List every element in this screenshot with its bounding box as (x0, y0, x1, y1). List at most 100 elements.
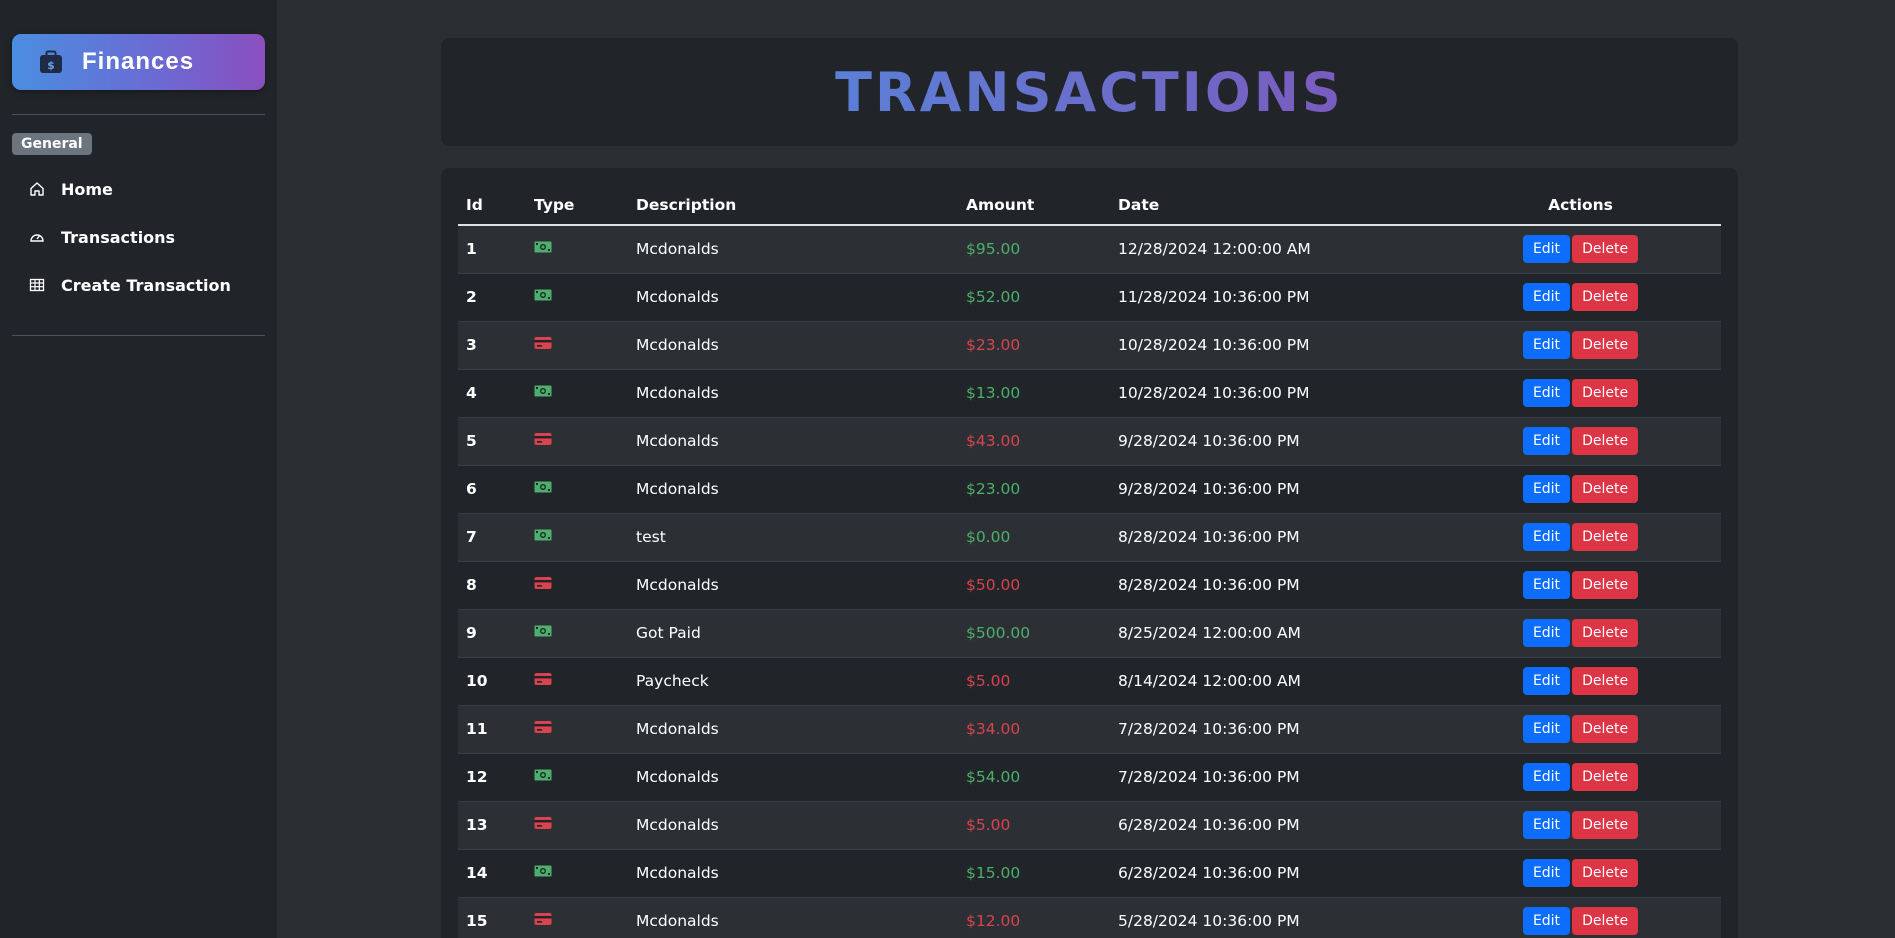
cell-actions: Edit Delete (1440, 273, 1721, 321)
cell-type (526, 465, 628, 513)
edit-button[interactable]: Edit (1522, 715, 1571, 743)
delete-button[interactable]: Delete (1572, 235, 1639, 264)
cell-actions: Edit Delete (1440, 753, 1721, 801)
table-row: 1 Mcdonalds $95.00 12/28/2024 12:00:00 AM Ed… (458, 225, 1721, 273)
delete-button[interactable]: Delete (1572, 571, 1639, 599)
delete-button[interactable]: Delete (1572, 763, 1639, 791)
delete-button[interactable]: Delete (1572, 859, 1639, 887)
cell-id: 2 (466, 288, 477, 306)
credit-card-icon (534, 672, 552, 686)
column-header-amount: Amount (958, 182, 1110, 226)
column-header-type: Type (526, 182, 628, 226)
cell-amount: $23.00 (966, 480, 1021, 498)
cell-id: 1 (466, 240, 477, 259)
table-row: 13 Mcdonalds $5.00 6/28/2024 10:36:00 PM Edi… (458, 801, 1721, 849)
sidebar-nav: Home Transactions Create Transaction (12, 165, 265, 309)
cell-description: Mcdonalds (636, 768, 719, 786)
cash-icon (534, 864, 552, 878)
cell-id: 11 (466, 720, 488, 738)
delete-button[interactable]: Delete (1572, 475, 1639, 503)
cell-amount: $52.00 (966, 288, 1021, 306)
cell-actions: Edit Delete (1440, 705, 1721, 753)
cell-actions: Edit Delete (1440, 657, 1721, 705)
cell-date: 6/28/2024 10:36:00 PM (1118, 816, 1300, 834)
sidebar-item-transactions[interactable]: Transactions (12, 213, 265, 261)
brand-banner[interactable]: $ Finances (12, 34, 265, 90)
cell-id: 4 (466, 384, 477, 402)
cash-icon (534, 528, 552, 542)
cell-description: Mcdonalds (636, 432, 719, 450)
cell-description: Mcdonalds (636, 720, 719, 738)
cell-type (526, 849, 628, 897)
cell-type (526, 273, 628, 321)
cell-date: 9/28/2024 10:36:00 PM (1118, 432, 1300, 450)
credit-card-icon (534, 576, 552, 590)
cell-amount: $12.00 (966, 912, 1021, 930)
cell-id: 5 (466, 432, 477, 450)
edit-button[interactable]: Edit (1522, 331, 1571, 359)
table-header-row: Id Type Description Amount Date Actions (458, 182, 1721, 226)
edit-button[interactable]: Edit (1522, 619, 1571, 647)
edit-button[interactable]: Edit (1522, 763, 1571, 791)
cell-id: 6 (466, 480, 477, 498)
cell-id: 7 (466, 528, 477, 546)
delete-button[interactable]: Delete (1572, 379, 1639, 407)
cell-description: Got Paid (636, 624, 701, 642)
cell-id: 9 (466, 624, 477, 642)
cell-type (526, 897, 628, 938)
edit-button[interactable]: Edit (1522, 523, 1571, 551)
cell-date: 10/28/2024 10:36:00 PM (1118, 384, 1310, 402)
cell-actions: Edit Delete (1440, 897, 1721, 938)
cell-date: 5/28/2024 10:36:00 PM (1118, 912, 1300, 930)
table-row: 5 Mcdonalds $43.00 9/28/2024 10:36:00 PM Edi… (458, 417, 1721, 465)
briefcase-dollar-icon: $ (38, 49, 64, 75)
edit-button[interactable]: Edit (1522, 907, 1571, 935)
cell-amount: $13.00 (966, 384, 1021, 402)
edit-button[interactable]: Edit (1522, 427, 1571, 455)
delete-button[interactable]: Delete (1572, 523, 1639, 551)
cell-description: Paycheck (636, 672, 709, 690)
delete-button[interactable]: Delete (1572, 811, 1639, 839)
cell-actions: Edit Delete (1440, 513, 1721, 561)
delete-button[interactable]: Delete (1572, 667, 1639, 695)
cell-type (526, 657, 628, 705)
delete-button[interactable]: Delete (1572, 715, 1639, 743)
edit-button[interactable]: Edit (1522, 859, 1571, 887)
house-icon (28, 180, 46, 198)
cell-description: Mcdonalds (636, 480, 719, 498)
sidebar-item-create-transaction[interactable]: Create Transaction (12, 261, 265, 309)
delete-button[interactable]: Delete (1572, 907, 1639, 935)
cell-description: test (636, 528, 666, 546)
delete-button[interactable]: Delete (1572, 619, 1639, 647)
cash-icon (534, 624, 552, 638)
cell-description: Mcdonalds (636, 912, 719, 930)
sidebar-item-label: Transactions (61, 227, 176, 247)
edit-button[interactable]: Edit (1522, 667, 1571, 695)
edit-button[interactable]: Edit (1522, 811, 1571, 839)
edit-button[interactable]: Edit (1522, 283, 1571, 311)
cell-date: 9/28/2024 10:36:00 PM (1118, 480, 1300, 498)
app-layout: $ Finances General Home Transactions Cre… (0, 0, 1895, 938)
cash-icon (534, 768, 552, 782)
delete-button[interactable]: Delete (1572, 427, 1639, 455)
edit-button[interactable]: Edit (1522, 379, 1571, 407)
delete-button[interactable]: Delete (1572, 331, 1639, 359)
cell-description: Mcdonalds (636, 384, 719, 402)
cell-type (526, 417, 628, 465)
edit-button[interactable]: Edit (1522, 475, 1571, 503)
cell-description: Mcdonalds (636, 288, 719, 306)
sidebar-item-label: Create Transaction (61, 275, 231, 295)
delete-button[interactable]: Delete (1572, 283, 1639, 311)
cell-id: 15 (466, 912, 488, 930)
transactions-table-card: Id Type Description Amount Date Actions … (441, 168, 1738, 938)
edit-button[interactable]: Edit (1522, 571, 1571, 599)
cell-id: 14 (466, 864, 488, 882)
edit-button[interactable]: Edit (1522, 235, 1571, 264)
cash-icon (534, 480, 552, 494)
cell-type (526, 321, 628, 369)
table-body: 1 Mcdonalds $95.00 12/28/2024 12:00:00 AM Ed… (458, 225, 1721, 938)
cell-id: 8 (466, 576, 477, 594)
column-header-id: Id (458, 182, 526, 226)
credit-card-icon (534, 816, 552, 830)
sidebar-item-home[interactable]: Home (12, 165, 265, 213)
